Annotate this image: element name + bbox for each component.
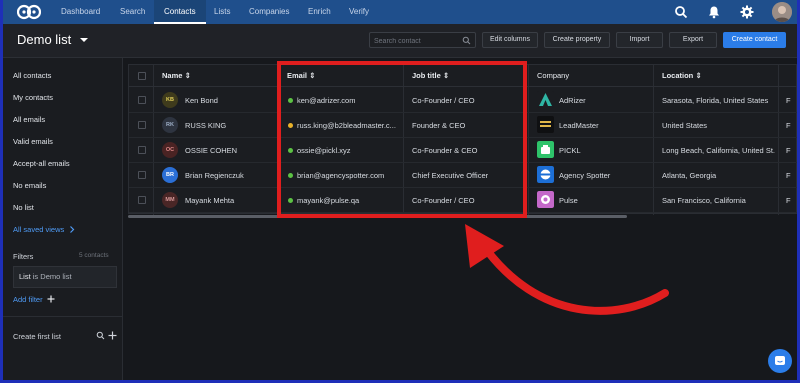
contact-location: Sarasota, Florida, United States [662,96,769,105]
avatar: MM [162,192,178,208]
chat-button[interactable] [768,349,792,373]
contact-company[interactable]: LeadMaster [559,113,649,138]
avatar: BR [162,167,178,183]
column-company-label: Company [537,71,570,80]
page-title[interactable]: Demo list [17,32,71,47]
sidebar-item-no-emails[interactable]: No emails [13,181,46,190]
nav-companies[interactable]: Companies [249,0,289,24]
sidebar-item-accept-all-emails[interactable]: Accept-all emails [13,159,70,168]
column-header-location[interactable]: Location ⇕ [662,65,702,86]
row-checkbox[interactable] [138,171,146,179]
sidebar-item-my-contacts[interactable]: My contacts [13,93,53,102]
row-checkbox[interactable] [138,146,146,154]
top-nav: Dashboard Search Contacts Lists Companie… [3,0,797,24]
sort-icon: ⇕ [184,71,191,80]
contact-extra-column: F [786,196,791,205]
contact-company[interactable]: AdRizer [559,88,649,113]
create-contact-button[interactable]: Create contact [723,32,786,48]
filters-heading: Filters [13,252,34,261]
saved-views-label: All saved views [13,225,65,234]
contact-name[interactable]: RUSS KING [185,113,275,138]
avatar: OC [162,142,178,158]
create-property-button[interactable]: Create property [544,32,610,48]
edit-columns-button[interactable]: Edit columns [482,32,538,48]
column-header-company[interactable]: Company [537,65,569,86]
user-avatar[interactable] [772,2,792,22]
contact-company[interactable]: Agency Spotter [559,163,649,188]
contact-extra-column: F [786,121,791,130]
bell-icon[interactable] [707,5,721,19]
row-checkbox[interactable] [138,96,146,104]
avatar: RK [162,117,178,133]
contact-name[interactable]: Brian Regienczuk [185,163,275,188]
filter-chip-list[interactable]: List is Demo list [13,266,117,288]
contact-name[interactable]: Mayank Mehta [185,188,275,213]
contact-name[interactable]: Ken Bond [185,88,275,113]
gear-icon[interactable] [740,5,754,19]
add-filter-button[interactable]: Add filter [13,295,55,304]
create-first-list-label: Create first list [13,332,61,341]
avatar: KB [162,92,178,108]
search-contact-field[interactable] [369,32,476,48]
search-icon[interactable] [462,36,471,45]
chevron-down-icon[interactable] [79,36,89,44]
nav-search[interactable]: Search [120,0,145,24]
app-window: Dashboard Search Contacts Lists Companie… [3,0,797,380]
sidebar-item-all-saved-views[interactable]: All saved views [13,225,75,234]
nav-contacts[interactable]: Contacts [154,0,206,24]
chat-icon [775,356,785,365]
sidebar-item-valid-emails[interactable]: Valid emails [13,137,53,146]
import-button[interactable]: Import [616,32,663,48]
red-arrow-annotation [465,224,669,315]
row-checkbox[interactable] [138,196,146,204]
search-input[interactable] [374,35,460,47]
contact-location: Long Beach, California, United St... [662,146,775,155]
filter-value: Demo list [40,272,72,281]
filter-key: List [19,272,31,281]
plus-icon[interactable] [108,331,117,340]
select-all-checkbox[interactable] [138,72,146,80]
highlight-rectangle [277,61,527,218]
export-button[interactable]: Export [669,32,717,48]
contact-location: United States [662,121,708,130]
filter-operator: is [32,272,39,281]
contact-name[interactable]: OSSIE COHEN [185,138,275,163]
nav-lists[interactable]: Lists [214,0,230,24]
search-icon[interactable] [96,331,105,340]
row-checkbox[interactable] [138,121,146,129]
sidebar-item-all-contacts[interactable]: All contacts [13,71,51,80]
filters-count: 5 contacts [79,252,109,259]
column-location-label: Location [662,71,694,80]
add-filter-label: Add filter [13,295,43,304]
contact-location: San Francisco, California [662,196,746,205]
contact-extra-column: F [786,146,791,155]
contact-extra-column: F [786,171,791,180]
search-icon[interactable] [674,5,688,19]
chevron-right-icon [70,226,75,233]
plus-icon [47,295,55,303]
nav-dashboard[interactable]: Dashboard [61,0,100,24]
sidebar-item-all-emails[interactable]: All emails [13,115,45,124]
contact-extra-column: F [786,96,791,105]
contact-location: Atlanta, Georgia [662,171,717,180]
nav-verify[interactable]: Verify [349,0,369,24]
sidebar: All contacts My contacts All emails Vali… [3,58,123,380]
sort-icon: ⇕ [695,71,702,80]
nav-enrich[interactable]: Enrich [308,0,331,24]
contact-company[interactable]: PICKL [559,138,649,163]
logo-icon[interactable] [17,3,41,21]
column-name-label: Name [162,71,183,80]
page-header: Demo list Edit columns Create property I… [3,24,797,58]
sidebar-divider [3,316,122,317]
column-header-name[interactable]: Name ⇕ [162,65,191,86]
sidebar-item-no-list[interactable]: No list [13,203,34,212]
